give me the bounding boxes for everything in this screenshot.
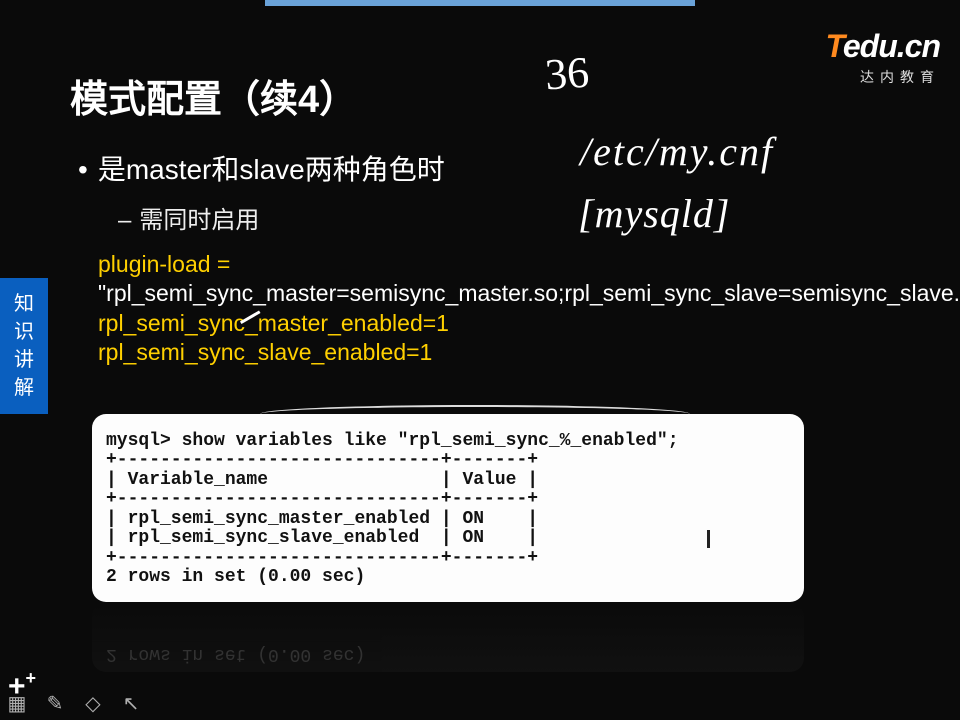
term-line: +------------------------------+-------+ xyxy=(106,489,538,509)
term-line: +------------------------------+-------+ xyxy=(106,450,538,470)
logo-rest: edu.cn xyxy=(843,28,940,64)
code-line-2: "rpl_semi_sync_master=semisync_master.so… xyxy=(98,280,960,306)
bullet1-text: 是master和slave两种角色时 xyxy=(98,154,445,185)
eraser-icon[interactable]: ◇ xyxy=(82,692,104,714)
top-decoration xyxy=(265,0,695,6)
code-line-1: plugin-load = xyxy=(98,251,230,277)
pen-icon[interactable]: ✎ xyxy=(44,692,66,714)
handwriting-note-2: /etc/my.cnf xyxy=(580,128,774,175)
bullet-dot-icon: • xyxy=(78,154,88,185)
code-line-3: rpl_semi_sync_master_enabled=1 xyxy=(98,310,449,336)
term-line: 2 rows in set (0.00 sec) xyxy=(106,567,365,587)
term-line: | Variable_name | Value | xyxy=(106,470,538,490)
logo-letter-t: T xyxy=(826,28,843,64)
brand-logo: Tedu.cn 达内教育 xyxy=(826,28,940,87)
annotation-tick-icon xyxy=(700,530,710,548)
grid-icon[interactable]: ▦ xyxy=(6,692,28,714)
term-line: +------------------------------+-------+ xyxy=(106,548,538,568)
logo-subtitle: 达内教育 xyxy=(826,67,940,87)
bullet-level-1: • 是master和slave两种角色时 xyxy=(78,148,445,188)
bullet-dash-icon: – xyxy=(118,207,131,234)
slide-title: 模式配置（续4） xyxy=(70,68,357,123)
terminal-output: mysql> show variables like "rpl_semi_syn… xyxy=(92,414,804,602)
code-line-4: rpl_semi_sync_slave_enabled=1 xyxy=(98,339,432,365)
term-line: | rpl_semi_sync_slave_enabled | ON | xyxy=(106,528,538,548)
term-line: | rpl_semi_sync_master_enabled | ON | xyxy=(106,509,538,529)
terminal-reflection: 2 rows in set (0.00 sec) xyxy=(92,602,804,672)
config-code-block: plugin-load = "rpl_semi_sync_master=semi… xyxy=(98,250,918,368)
handwriting-note-3: [mysqld] xyxy=(578,190,730,237)
cursor-icon[interactable]: ↖ xyxy=(120,692,142,714)
handwriting-note-1: 36 xyxy=(543,47,590,101)
bullet2-text: 需同时启用 xyxy=(139,207,259,234)
bottom-toolbar: ▦ ✎ ◇ ↖ xyxy=(6,692,142,714)
side-tab-char: 识 xyxy=(0,318,48,346)
logo-text: Tedu.cn xyxy=(826,28,940,65)
term-line: mysql> show variables like "rpl_semi_syn… xyxy=(106,431,679,451)
side-tab-knowledge[interactable]: 知 识 讲 解 xyxy=(0,278,48,414)
side-tab-char: 知 xyxy=(0,290,48,318)
side-tab-char: 解 xyxy=(0,374,48,402)
bullet-level-2: –需同时启用 xyxy=(118,200,259,235)
side-tab-char: 讲 xyxy=(0,346,48,374)
